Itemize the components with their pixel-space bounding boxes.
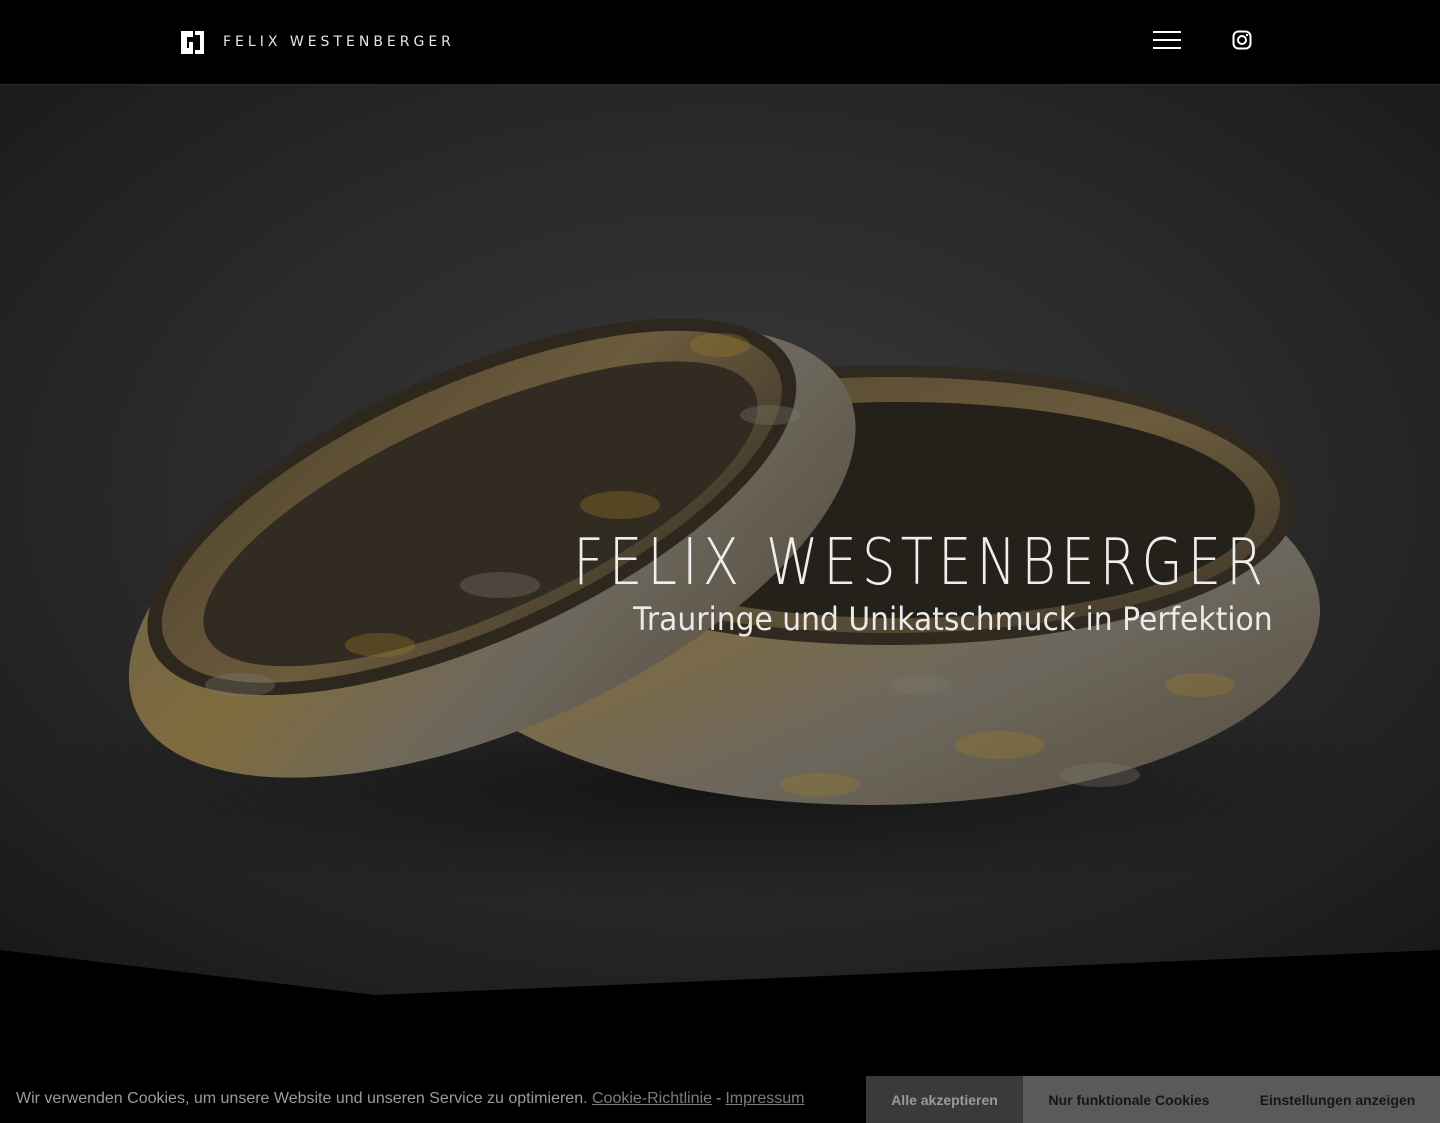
cookie-text: Wir verwenden Cookies, um unsere Website… [16,1090,804,1108]
cookie-consent-bar: Wir verwenden Cookies, um unsere Website… [0,1076,1440,1123]
site-header: FELIX WESTENBERGER [0,0,1440,85]
hero-title: FELIX WESTENBERGER [573,526,1268,600]
brand-name: FELIX WESTENBERGER [223,34,455,50]
cookie-settings-button[interactable]: Einstellungen anzeigen [1235,1076,1440,1123]
imprint-link[interactable]: Impressum [725,1090,804,1107]
menu-line [1153,47,1181,49]
cookie-policy-link[interactable]: Cookie-Richtlinie [592,1090,712,1107]
functional-cookies-only-button[interactable]: Nur funktionale Cookies [1023,1076,1235,1123]
menu-line [1153,31,1181,33]
accept-all-cookies-button[interactable]: Alle akzeptieren [866,1076,1023,1123]
brand-home-link[interactable]: FELIX WESTENBERGER [181,31,455,54]
hero-section: FELIX WESTENBERGER Trauringe und Unikats… [0,85,1440,995]
cookie-buttons: Alle akzeptieren Nur funktionale Cookies… [866,1076,1440,1123]
cookie-message: Wir verwenden Cookies, um unsere Website… [16,1090,588,1107]
cookie-link-separator: - [716,1090,722,1107]
menu-line [1153,39,1181,41]
hamburger-menu-icon[interactable] [1153,29,1181,51]
instagram-icon[interactable] [1232,30,1252,50]
felix-westenberger-logo-icon [181,31,204,54]
hero-subtitle: Trauringe und Unikatschmuck in Perfektio… [633,600,1273,638]
